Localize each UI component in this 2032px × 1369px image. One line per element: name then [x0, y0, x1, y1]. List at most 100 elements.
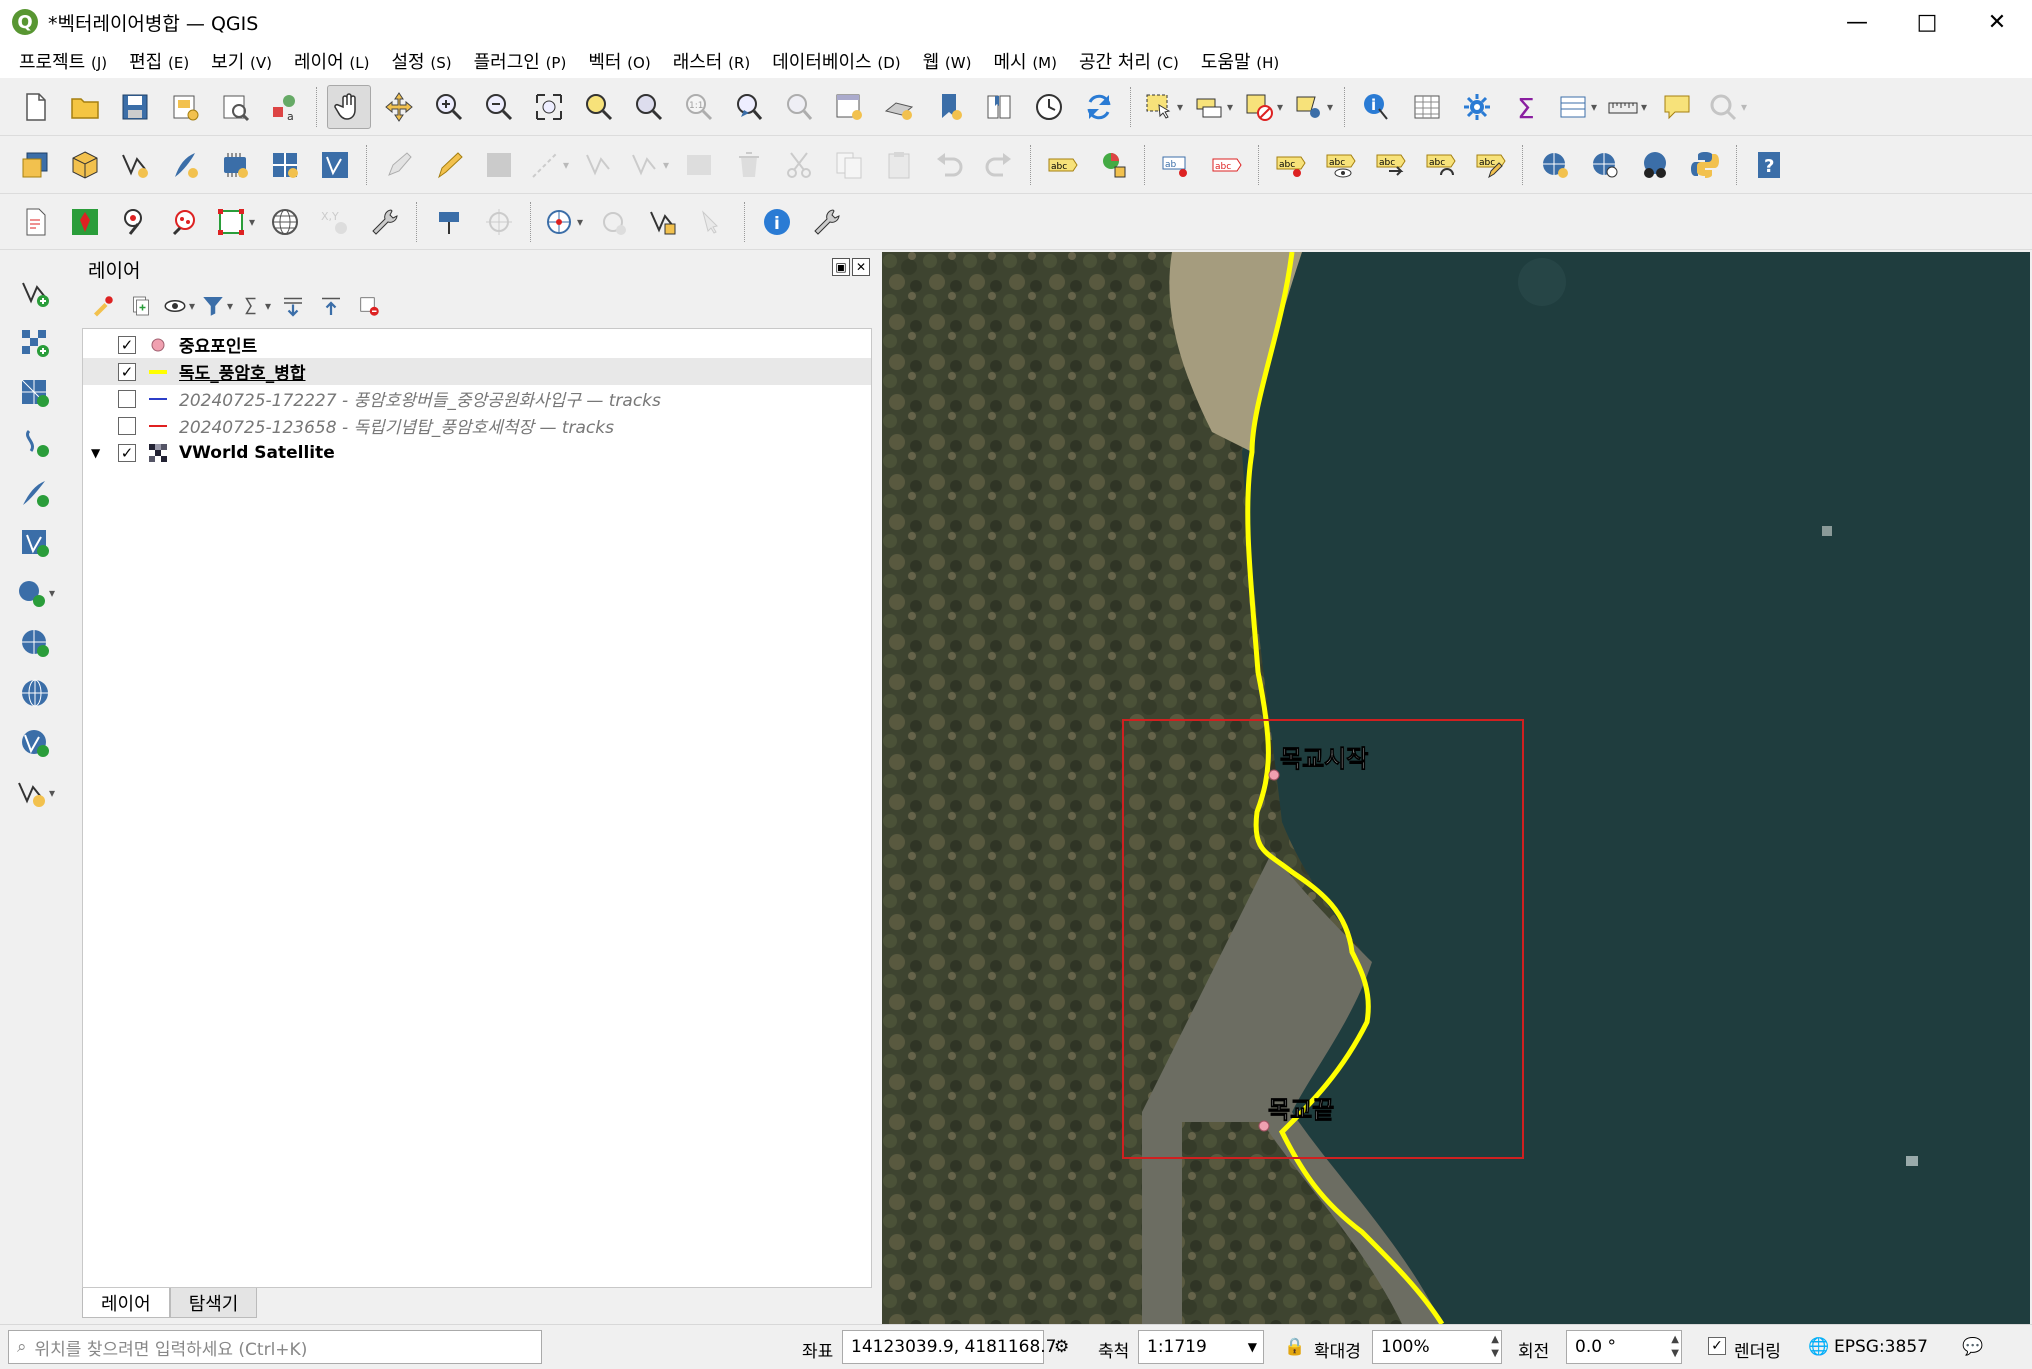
- zoom-to-layer-icon[interactable]: [627, 85, 671, 129]
- redo-icon[interactable]: [977, 143, 1021, 187]
- layer-labeling-icon[interactable]: abc: [1041, 143, 1085, 187]
- new-project-icon[interactable]: [13, 85, 57, 129]
- vertex-editor-icon[interactable]: [641, 200, 685, 244]
- layer-visibility-checkbox[interactable]: ✓: [118, 335, 136, 354]
- zoom-next-icon[interactable]: [777, 85, 821, 129]
- crs-button[interactable]: EPSG:3857: [1834, 1337, 1928, 1357]
- add-group-icon[interactable]: [124, 289, 158, 323]
- offset-tool-icon[interactable]: [591, 200, 635, 244]
- menu-vector[interactable]: 벡터 (O): [577, 48, 661, 74]
- layer-row-important-points[interactable]: ✓ 중요포인트: [83, 331, 871, 358]
- zoom-in-icon[interactable]: [427, 85, 471, 129]
- new-shapefile-layer-icon[interactable]: [113, 143, 157, 187]
- highlight-pinned-labels-icon[interactable]: abc: [1205, 143, 1249, 187]
- vertex-tool-icon[interactable]: [577, 143, 621, 187]
- crosshair-icon[interactable]: [477, 200, 521, 244]
- new-virtual-vector-icon[interactable]: [313, 143, 357, 187]
- pin-labels-icon[interactable]: ab: [1155, 143, 1199, 187]
- zoom-points-icon[interactable]: [163, 200, 207, 244]
- coordinate-field[interactable]: 14123039.9, 4181168.7: [842, 1330, 1057, 1364]
- style-manager-icon[interactable]: a: [263, 85, 307, 129]
- settings-wrench-icon[interactable]: [363, 200, 407, 244]
- info-icon[interactable]: i: [755, 200, 799, 244]
- expand-all-icon[interactable]: [276, 289, 310, 323]
- refresh-icon[interactable]: [1077, 85, 1121, 129]
- open-project-icon[interactable]: [63, 85, 107, 129]
- data-source-manager-icon[interactable]: [13, 143, 57, 187]
- pan-map-icon[interactable]: [327, 84, 371, 129]
- new-bookmark-icon[interactable]: [927, 85, 971, 129]
- magnifier-spinbox[interactable]: 100% ▲ ▼: [1372, 1330, 1502, 1364]
- messages-icon[interactable]: 💬: [1962, 1337, 1983, 1357]
- measure-line-icon[interactable]: [1605, 85, 1649, 129]
- paste-features-icon[interactable]: [877, 143, 921, 187]
- map-canvas[interactable]: 목교시작 목교끝: [882, 252, 2030, 1324]
- maximize-button[interactable]: □: [1892, 0, 1962, 44]
- deselect-features-icon[interactable]: [1241, 85, 1285, 129]
- bounding-box-icon[interactable]: [213, 200, 257, 244]
- lock-scale-icon[interactable]: 🔒: [1284, 1337, 1305, 1357]
- locator-search-icon[interactable]: [1705, 85, 1749, 129]
- float-panel-icon[interactable]: ▣: [832, 258, 850, 276]
- layer-row-track-123658[interactable]: 20240725-123658 - 독립기념탑_풍암호세척장 — tracks: [83, 412, 871, 439]
- menu-web[interactable]: 웹 (W): [912, 48, 983, 74]
- minimize-button[interactable]: —: [1822, 0, 1892, 44]
- cut-features-icon[interactable]: [777, 143, 821, 187]
- add-wfs-layer-icon[interactable]: [13, 721, 57, 765]
- menu-mesh[interactable]: 메시 (M): [982, 48, 1068, 74]
- layer-visibility-checkbox[interactable]: [118, 416, 136, 435]
- undo-icon[interactable]: [927, 143, 971, 187]
- rotation-spinbox[interactable]: 0.0 ° ▲ ▼: [1566, 1330, 1682, 1364]
- menu-help[interactable]: 도움말 (H): [1190, 48, 1290, 74]
- crs-globe-icon[interactable]: 🌐: [1808, 1337, 1829, 1357]
- tab-layers[interactable]: 레이어: [82, 1288, 170, 1318]
- change-label-icon[interactable]: abc: [1469, 143, 1513, 187]
- manage-visibility-icon[interactable]: [162, 289, 196, 323]
- add-wms-layer-icon[interactable]: [13, 621, 57, 665]
- save-layer-edits-icon[interactable]: [477, 143, 521, 187]
- add-postgis-layer-icon[interactable]: [13, 571, 57, 615]
- zoom-native-icon[interactable]: 1:1: [677, 85, 721, 129]
- python-console-icon[interactable]: [1683, 143, 1727, 187]
- menu-settings[interactable]: 설정 (S): [380, 48, 462, 74]
- georeferencer-icon[interactable]: [541, 200, 585, 244]
- metasearch-icon[interactable]: [1533, 143, 1577, 187]
- menu-database[interactable]: 데이터베이스 (D): [761, 48, 911, 74]
- capture-point-icon[interactable]: [63, 200, 107, 244]
- zoom-last-icon[interactable]: [727, 85, 771, 129]
- filter-legend-icon[interactable]: [200, 289, 234, 323]
- statistical-summary-icon[interactable]: Σ: [1505, 85, 1549, 129]
- scale-combobox[interactable]: 1:1719 ▼: [1138, 1330, 1264, 1364]
- current-edits-icon[interactable]: [377, 143, 421, 187]
- move-label-diagram-icon[interactable]: abc: [1369, 143, 1413, 187]
- add-vector-layer-icon[interactable]: [13, 271, 57, 315]
- show-hide-labels-icon[interactable]: abc: [1319, 143, 1363, 187]
- menu-raster[interactable]: 래스터 (R): [662, 48, 762, 74]
- digitize-line-icon[interactable]: [527, 143, 571, 187]
- filter-expression-icon[interactable]: [238, 289, 272, 323]
- layout-manager-icon[interactable]: [213, 85, 257, 129]
- add-virtual-layer-icon[interactable]: [13, 521, 57, 565]
- zoom-full-icon[interactable]: [527, 85, 571, 129]
- layer-visibility-checkbox[interactable]: ✓: [118, 443, 136, 462]
- new-vector-layer-icon[interactable]: [13, 771, 57, 815]
- toggle-extents-icon[interactable]: ⚙: [1054, 1337, 1069, 1357]
- rotate-label-icon[interactable]: abc: [1419, 143, 1463, 187]
- metasearch-search-icon[interactable]: [1583, 143, 1627, 187]
- toggle-editing-icon[interactable]: [427, 143, 471, 187]
- coordinate-capture-icon[interactable]: [427, 200, 471, 244]
- processing-toolbox-icon[interactable]: [1455, 85, 1499, 129]
- layer-visibility-checkbox[interactable]: [118, 389, 136, 408]
- menu-plugins[interactable]: 플러그인 (P): [463, 48, 578, 74]
- layer-row-vworld-satellite[interactable]: ▼ ✓ VWorld Satellite: [83, 439, 871, 466]
- add-wcs-layer-icon[interactable]: [13, 671, 57, 715]
- save-project-icon[interactable]: [113, 85, 157, 129]
- new-print-layout-icon[interactable]: [163, 85, 207, 129]
- render-checkbox[interactable]: ✓: [1708, 1337, 1726, 1355]
- new-map-view-icon[interactable]: [827, 85, 871, 129]
- show-bookmarks-icon[interactable]: [977, 85, 1021, 129]
- layout-new-icon[interactable]: [13, 200, 57, 244]
- layer-visibility-checkbox[interactable]: ✓: [118, 362, 136, 381]
- new-3d-map-view-icon[interactable]: [877, 85, 921, 129]
- layer-row-track-172227[interactable]: 20240725-172227 - 풍암호왕버들_중앙공원화사입구 — trac…: [83, 385, 871, 412]
